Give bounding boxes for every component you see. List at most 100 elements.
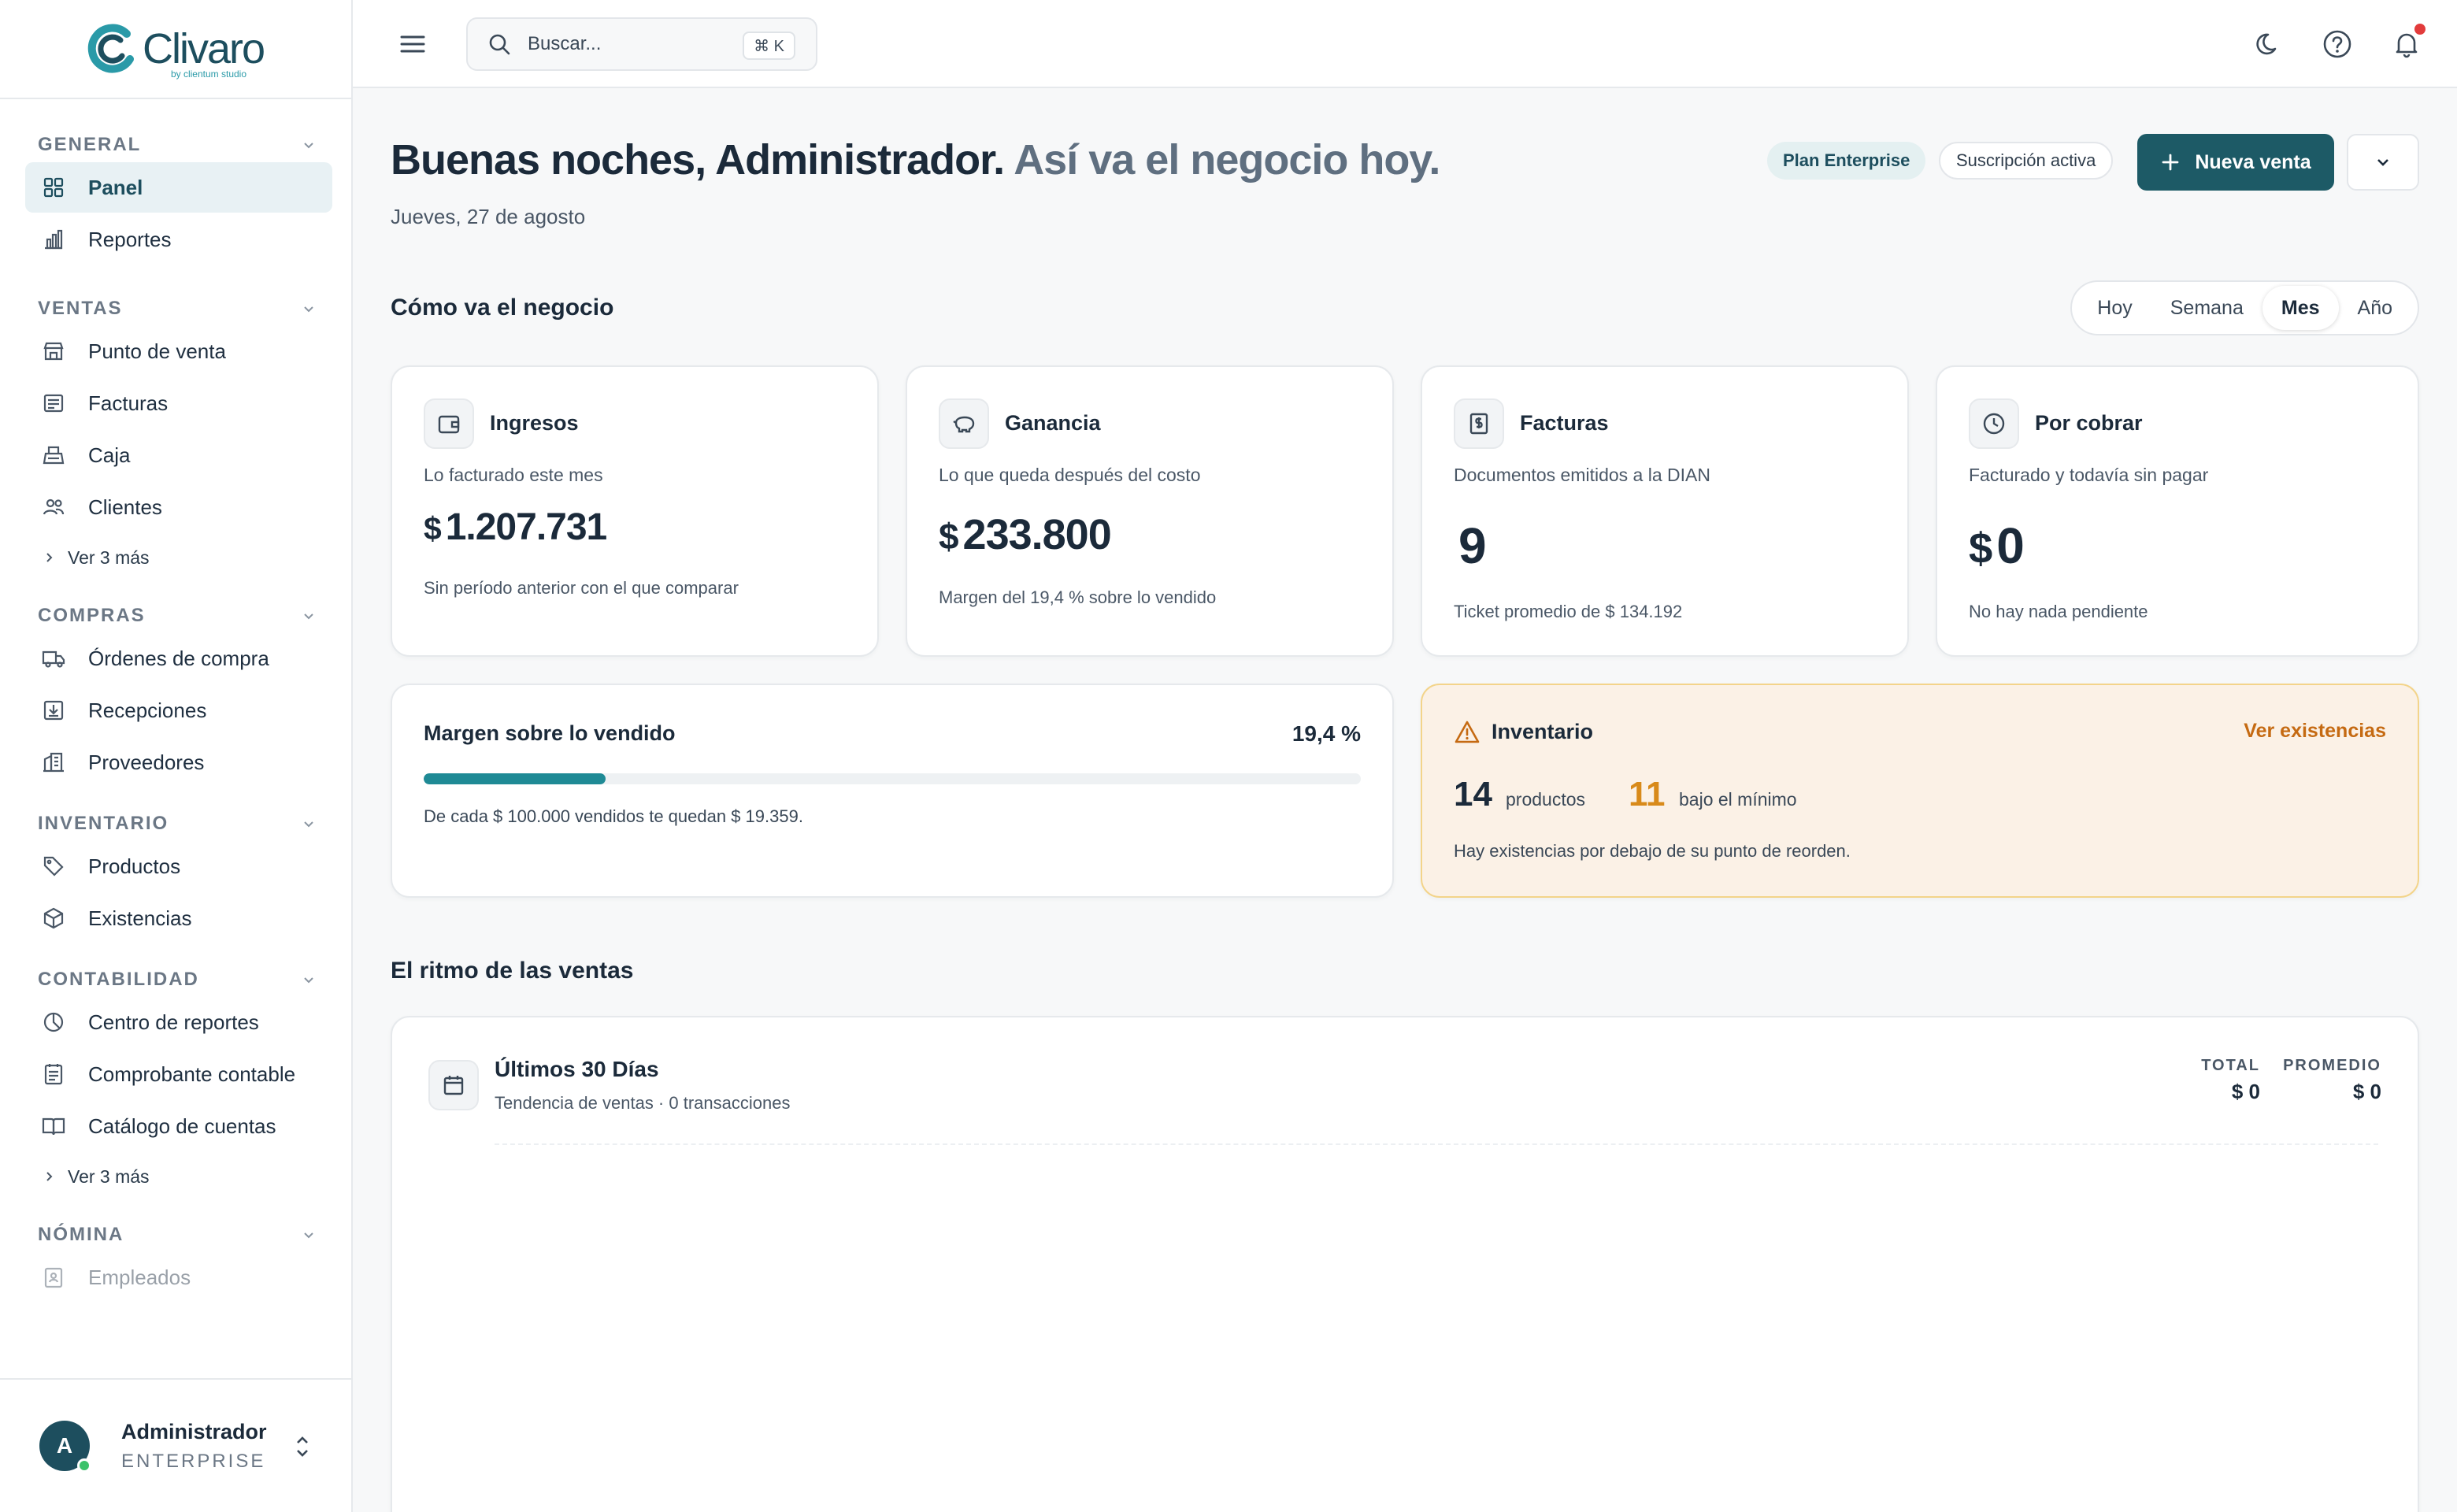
section-compras[interactable]: COMPRAS — [25, 600, 332, 632]
products-count: 14 — [1454, 775, 1492, 813]
user-name: Administrador — [121, 1419, 267, 1443]
sidebar: Clivaro by clientum studio GENERAL Panel… — [0, 0, 353, 1512]
package-icon — [43, 907, 64, 929]
page-title: Buenas noches, Administrador. Así va el … — [391, 136, 1440, 183]
pie-chart-icon — [43, 1012, 64, 1032]
section-inventario[interactable]: INVENTARIO — [25, 808, 332, 839]
search-icon — [489, 34, 510, 55]
logo-mark-icon — [87, 24, 134, 73]
chart-average: PROMEDIO $ 0 — [2283, 1057, 2381, 1103]
chevron-down-icon — [304, 821, 313, 828]
sidebar-item-ordenes-de-compra[interactable]: Órdenes de compra — [25, 633, 332, 684]
section-ventas[interactable]: VENTAS — [25, 293, 332, 324]
sidebar-item-catalogo-de-cuentas[interactable]: Catálogo de cuentas — [25, 1101, 332, 1151]
sidebar-item-recepciones[interactable]: Recepciones — [25, 685, 332, 736]
kpi-card-facturas: Facturas Documentos emitidos a la DIAN 9… — [1421, 365, 1909, 657]
download-box-icon — [43, 700, 64, 721]
building-icon — [43, 752, 64, 773]
kpi-value: $233.800 — [939, 511, 1112, 558]
grid-icon — [43, 177, 64, 198]
sidebar-item-panel[interactable]: Panel — [25, 162, 332, 213]
chart-total: TOTAL $ 0 — [2201, 1057, 2260, 1103]
new-sale-button[interactable]: Nueva venta — [2137, 134, 2334, 191]
sidebar-item-comprobante-contable[interactable]: Comprobante contable — [25, 1049, 332, 1099]
chevron-down-icon — [304, 143, 313, 149]
sidebar-more-ventas[interactable]: Ver 3 más — [25, 534, 332, 581]
section-general[interactable]: GENERAL — [25, 129, 332, 161]
subscription-badge: Suscripción activa — [1939, 142, 2114, 180]
sidebar-item-punto-de-venta[interactable]: Punto de venta — [25, 326, 332, 376]
online-status-dot — [77, 1458, 91, 1473]
warning-icon — [1455, 721, 1480, 743]
tab-ano[interactable]: Año — [2339, 286, 2411, 330]
kpi-card-ingresos: Ingresos Lo facturado este mes $1.207.73… — [391, 365, 879, 657]
period-tabs: Hoy Semana Mes Año — [2070, 280, 2419, 335]
sidebar-item-centro-de-reportes[interactable]: Centro de reportes — [25, 997, 332, 1047]
search-input[interactable]: Buscar... ⌘ K — [466, 17, 817, 71]
sidebar-item-reportes[interactable]: Reportes — [25, 214, 332, 265]
moon-icon[interactable] — [2254, 28, 2285, 60]
sales-section-title: El ritmo de las ventas — [391, 958, 634, 984]
calendar-icon — [443, 1076, 464, 1095]
invoice-icon — [43, 394, 64, 413]
sidebar-item-caja[interactable]: Caja — [25, 430, 332, 480]
piggy-bank-icon — [953, 416, 975, 433]
section-nomina[interactable]: NÓMINA — [25, 1219, 332, 1251]
tab-hoy[interactable]: Hoy — [2078, 286, 2151, 330]
more-actions-button[interactable] — [2347, 134, 2419, 191]
kpi-value: $0 — [1969, 517, 2025, 574]
sidebar-nav: GENERAL Panel Reportes VENTAS Punto de v… — [0, 99, 351, 1303]
tab-mes[interactable]: Mes — [2262, 286, 2339, 330]
sidebar-more-contabilidad[interactable]: Ver 3 más — [25, 1153, 332, 1200]
kpi-value: $1.207.731 — [424, 506, 607, 548]
margin-percent: 19,4 % — [1292, 721, 1361, 746]
avatar: A — [39, 1421, 91, 1473]
sidebar-item-existencias[interactable]: Existencias — [25, 893, 332, 943]
chevron-down-icon — [2377, 159, 2388, 166]
users-icon — [43, 498, 65, 515]
chevron-down-icon — [304, 613, 313, 620]
user-menu[interactable]: A Administrador ENTERPRISE — [0, 1378, 351, 1512]
sidebar-item-facturas[interactable]: Facturas — [25, 378, 332, 428]
chevron-down-icon — [304, 1232, 313, 1239]
page-date: Jueves, 27 de agosto — [391, 205, 586, 228]
sidebar-item-productos[interactable]: Productos — [25, 841, 332, 891]
sidebar-item-empleados[interactable]: Empleados — [25, 1252, 332, 1303]
bar-chart-icon — [45, 229, 63, 250]
chevron-down-icon — [304, 977, 313, 984]
chart-subtitle: Tendencia de ventas · 0 transacciones — [495, 1093, 791, 1113]
chart-gridline — [495, 1143, 2378, 1145]
plan-badge: Plan Enterprise — [1767, 142, 1926, 180]
kpi-value: 9 — [1458, 517, 1487, 574]
tab-semana[interactable]: Semana — [2151, 286, 2262, 330]
section-contabilidad[interactable]: CONTABILIDAD — [25, 964, 332, 995]
margin-card: Margen sobre lo vendido 19,4 % De cada $… — [391, 684, 1394, 898]
plus-icon — [2162, 154, 2179, 171]
user-role: ENTERPRISE — [121, 1450, 266, 1472]
chevron-up-down-icon[interactable] — [293, 1433, 312, 1460]
book-icon — [42, 1117, 65, 1136]
sidebar-item-clientes[interactable]: Clientes — [25, 482, 332, 532]
notifications-button[interactable] — [2391, 24, 2426, 60]
chevron-down-icon — [304, 306, 313, 313]
receipt-icon — [44, 1064, 63, 1085]
below-min-count: 11 — [1629, 775, 1666, 813]
menu-icon[interactable] — [398, 30, 427, 58]
truck-icon — [42, 650, 65, 668]
inventory-card: Inventario Ver existencias 14 productos … — [1421, 684, 2419, 898]
chevron-right-icon — [46, 553, 53, 562]
logo-subtext: by clientum studio — [170, 69, 247, 80]
view-stock-link[interactable]: Ver existencias — [2244, 720, 2386, 743]
help-icon[interactable] — [2322, 28, 2353, 60]
tag-icon — [43, 856, 64, 876]
margin-progress-fill — [424, 773, 606, 784]
clock-icon — [1983, 413, 2005, 435]
notification-dot — [2414, 24, 2426, 35]
store-icon — [43, 342, 64, 361]
sidebar-item-proveedores[interactable]: Proveedores — [25, 737, 332, 788]
wallet-icon — [438, 415, 460, 434]
logo[interactable]: Clivaro by clientum studio — [87, 23, 265, 80]
document-dollar-icon — [1469, 413, 1488, 435]
kpi-card-ganancia: Ganancia Lo que queda después del costo … — [906, 365, 1394, 657]
sidebar-scroll-fade — [0, 1331, 351, 1378]
